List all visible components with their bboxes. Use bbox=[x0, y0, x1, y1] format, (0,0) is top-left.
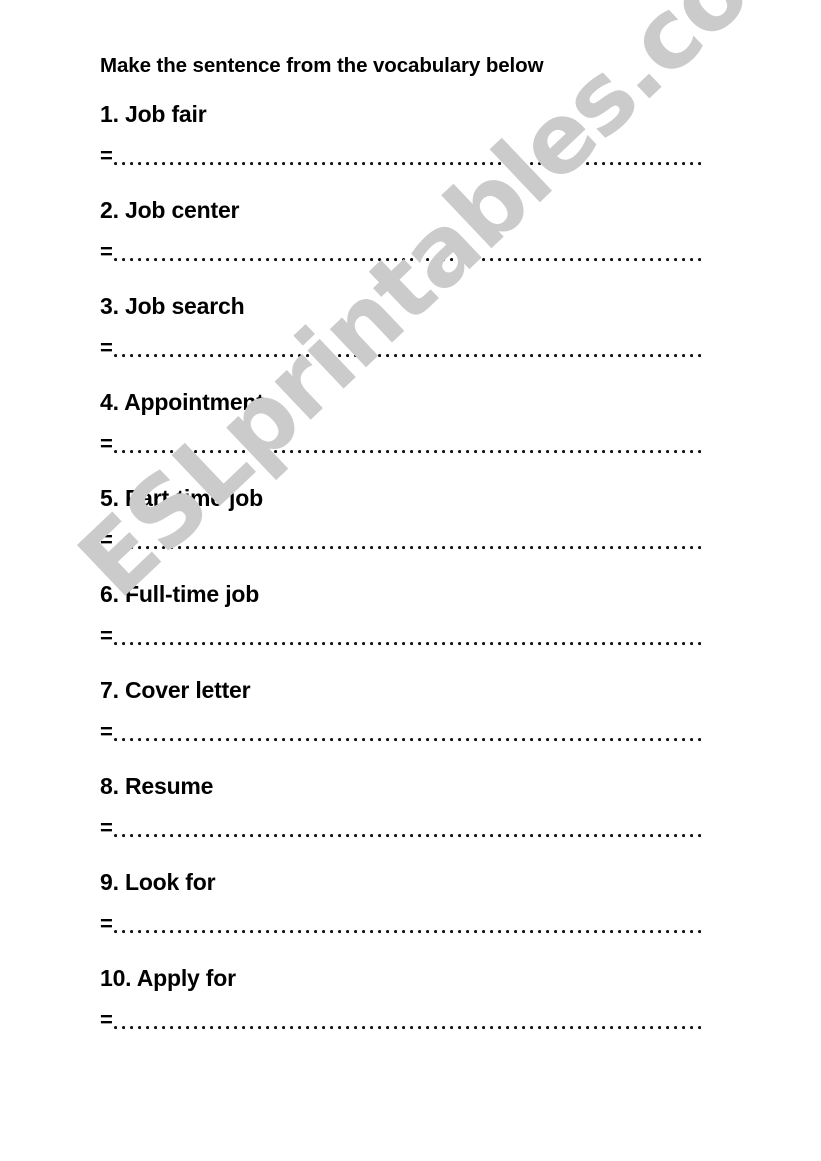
vocabulary-item: 2. Job center = bbox=[0, 196, 821, 292]
dotted-writing-line[interactable] bbox=[114, 642, 702, 646]
equals-sign: = bbox=[100, 815, 113, 840]
equals-sign: = bbox=[100, 335, 113, 360]
dotted-writing-line[interactable] bbox=[114, 834, 702, 838]
worksheet-page: Make the sentence from the vocabulary be… bbox=[0, 0, 821, 1161]
vocabulary-item: 9. Look for = bbox=[0, 868, 821, 964]
vocabulary-item-label: 1. Job fair bbox=[100, 101, 207, 127]
page-title: Make the sentence from the vocabulary be… bbox=[100, 54, 544, 77]
dotted-writing-line[interactable] bbox=[114, 258, 702, 262]
equals-sign: = bbox=[100, 239, 113, 264]
equals-sign: = bbox=[100, 719, 113, 744]
dotted-writing-line[interactable] bbox=[114, 930, 702, 934]
dotted-writing-line[interactable] bbox=[114, 162, 702, 166]
vocabulary-item: 10. Apply for = bbox=[0, 964, 821, 1060]
vocabulary-item-label: 4. Appointment bbox=[100, 389, 264, 415]
dotted-writing-line[interactable] bbox=[114, 450, 702, 454]
vocabulary-item: 6. Full-time job = bbox=[0, 580, 821, 676]
answer-line[interactable]: = bbox=[100, 433, 702, 463]
vocabulary-item-label: 7. Cover letter bbox=[100, 677, 251, 703]
answer-line[interactable]: = bbox=[100, 241, 702, 271]
answer-line[interactable]: = bbox=[100, 913, 702, 943]
answer-line[interactable]: = bbox=[100, 145, 702, 175]
vocabulary-item: 5. Part-time job = bbox=[0, 484, 821, 580]
vocabulary-item-label: 2. Job center bbox=[100, 197, 240, 223]
answer-line[interactable]: = bbox=[100, 817, 702, 847]
answer-line[interactable]: = bbox=[100, 1009, 702, 1039]
vocabulary-item-label: 5. Part-time job bbox=[100, 485, 263, 511]
vocabulary-item: 4. Appointment = bbox=[0, 388, 821, 484]
vocabulary-item: 8. Resume = bbox=[0, 772, 821, 868]
dotted-writing-line[interactable] bbox=[114, 354, 702, 358]
dotted-writing-line[interactable] bbox=[114, 738, 702, 742]
equals-sign: = bbox=[100, 143, 113, 168]
vocabulary-item: 1. Job fair = bbox=[0, 100, 821, 196]
vocabulary-item-label: 10. Apply for bbox=[100, 965, 236, 991]
equals-sign: = bbox=[100, 911, 113, 936]
equals-sign: = bbox=[100, 431, 113, 456]
equals-sign: = bbox=[100, 527, 113, 552]
equals-sign: = bbox=[100, 1007, 113, 1032]
vocabulary-item-list: 1. Job fair = 2. Job center = 3. Job search =… bbox=[0, 100, 821, 1060]
dotted-writing-line[interactable] bbox=[114, 1026, 702, 1030]
vocabulary-item-label: 6. Full-time job bbox=[100, 581, 260, 607]
vocabulary-item-label: 8. Resume bbox=[100, 773, 214, 799]
dotted-writing-line[interactable] bbox=[114, 546, 702, 550]
answer-line[interactable]: = bbox=[100, 337, 702, 367]
answer-line[interactable]: = bbox=[100, 529, 702, 559]
answer-line[interactable]: = bbox=[100, 625, 702, 655]
vocabulary-item: 3. Job search = bbox=[0, 292, 821, 388]
answer-line[interactable]: = bbox=[100, 721, 702, 751]
vocabulary-item-label: 3. Job search bbox=[100, 293, 245, 319]
equals-sign: = bbox=[100, 623, 113, 648]
vocabulary-item-label: 9. Look for bbox=[100, 869, 216, 895]
vocabulary-item: 7. Cover letter = bbox=[0, 676, 821, 772]
